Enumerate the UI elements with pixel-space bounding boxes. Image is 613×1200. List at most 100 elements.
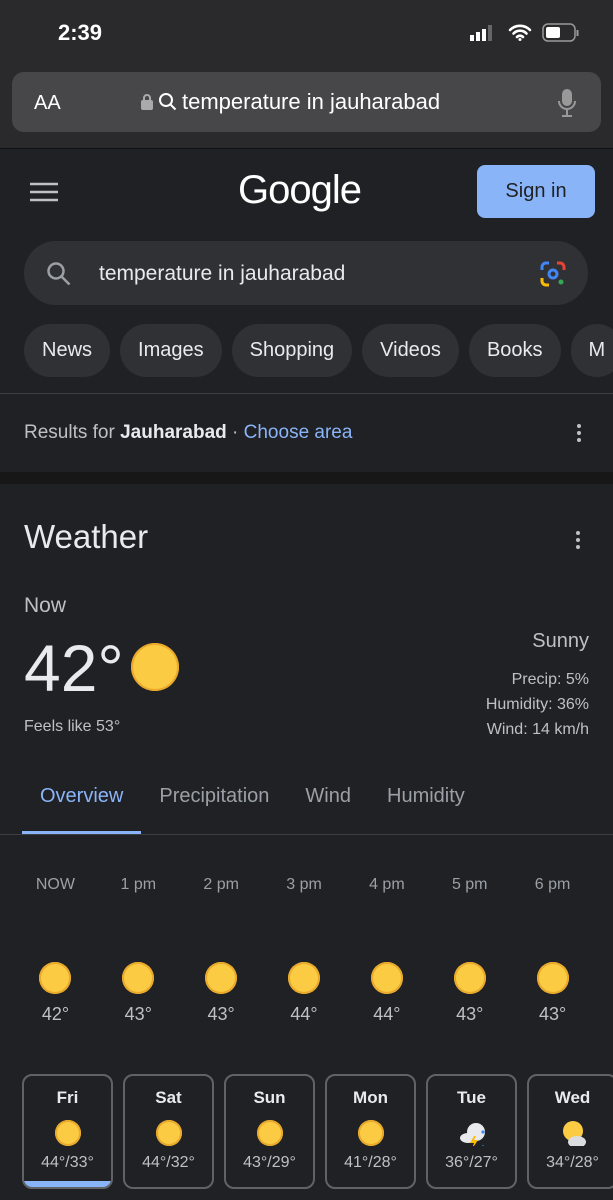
google-logo[interactable]: Google (238, 168, 362, 213)
hour-item: NOW 42° (14, 876, 97, 1025)
day-card-mon[interactable]: Mon 41°/28° (325, 1074, 416, 1189)
hour-label: 1 pm (120, 876, 157, 893)
chip-shopping[interactable]: Shopping (231, 324, 353, 377)
wind: Wind: 14 km/h (486, 721, 589, 738)
results-prefix: Results for (24, 422, 121, 443)
lock-icon (141, 94, 153, 110)
hour-label: 5 pm (451, 876, 488, 893)
day-card-sat[interactable]: Sat 44°/32° (123, 1074, 214, 1189)
results-location: Results for Jauharabad · Choose area (24, 422, 352, 444)
day-temps: 44°/33° (41, 1154, 94, 1171)
chip-more[interactable]: M (570, 324, 613, 377)
hourly-forecast: NOW 42° 1 pm 43° 2 pm 43° 3 pm 44° 4 pm 44° 5… (14, 876, 594, 1025)
tab-precipitation[interactable]: Precipitation (141, 785, 287, 832)
current-temperature: 42° (24, 631, 124, 705)
hour-item: 4 pm 44° (345, 876, 428, 1025)
tab-overview[interactable]: Overview (22, 785, 142, 834)
choose-area-link[interactable]: Choose area (244, 422, 353, 443)
url-display: temperature in jauharabad (140, 89, 440, 115)
reader-settings-button[interactable]: AA (34, 92, 61, 115)
search-box[interactable]: temperature in jauharabad (24, 241, 588, 305)
day-temps: 44°/32° (142, 1154, 195, 1171)
hour-temp: 43° (456, 1004, 484, 1024)
more-options-icon[interactable] (577, 424, 581, 442)
location-name: Jauharabad (120, 422, 227, 443)
chip-images[interactable]: Images (120, 324, 222, 377)
day-name: Tue (457, 1088, 486, 1107)
day-card-tue[interactable]: Tue 36°/27° (426, 1074, 517, 1189)
sunny-icon (131, 643, 179, 691)
hour-temp: 44° (373, 1004, 401, 1024)
sunny-icon (256, 1120, 283, 1146)
sunny-icon (370, 962, 403, 994)
day-name: Sat (155, 1088, 182, 1107)
hour-label: 6 pm (534, 876, 571, 893)
day-temps: 36°/27° (445, 1154, 498, 1171)
day-temps: 34°/28° (546, 1154, 599, 1171)
weather-tabs: Overview Precipitation Wind Humidity (22, 785, 483, 834)
hour-temp: 42° (41, 1004, 70, 1024)
chip-books[interactable]: Books (468, 324, 561, 377)
hour-temp: 43° (538, 1004, 567, 1024)
microphone-icon[interactable] (558, 88, 576, 118)
condition: Sunny (532, 630, 589, 652)
hour-temp: 43° (207, 1004, 235, 1024)
google-lens-icon[interactable] (540, 261, 566, 287)
tab-wind[interactable]: Wind (287, 785, 369, 832)
hour-temp: 43° (124, 1004, 152, 1024)
partly-cloudy-icon (562, 1121, 586, 1146)
day-temps: 41°/28° (344, 1154, 397, 1171)
sunny-icon (39, 962, 72, 994)
search-icon (47, 262, 71, 286)
weather-more-options-icon[interactable] (576, 531, 580, 549)
sunny-icon (122, 962, 155, 994)
now-label: Now (24, 594, 67, 617)
sunny-icon (453, 962, 486, 994)
sunny-icon (288, 962, 320, 994)
separator: · (226, 422, 244, 443)
chip-news[interactable]: News (24, 324, 111, 377)
hour-item: 5 pm 43° (428, 876, 511, 1025)
address-bar[interactable]: AA temperature in jauharabad (12, 72, 601, 132)
sunny-icon (155, 1120, 182, 1146)
menu-icon[interactable] (30, 182, 58, 202)
hour-temp: 44° (290, 1004, 318, 1024)
tab-humidity[interactable]: Humidity (369, 785, 483, 832)
daily-forecast: Fri 44°/33° Sat 44°/32° Sun 43°/29° Mon 41°/… (22, 1074, 613, 1189)
search-icon (159, 93, 177, 111)
thunderstorm-icon (459, 1123, 485, 1146)
day-card-sun[interactable]: Sun 43°/29° (224, 1074, 315, 1189)
hour-item: 3 pm 44° (263, 876, 346, 1025)
sunny-icon (536, 962, 569, 994)
day-temps: 43°/29° (243, 1154, 296, 1171)
precipitation: Precip: 5% (511, 671, 589, 688)
divider (0, 834, 613, 835)
status-time: 2:39 (58, 20, 103, 45)
day-name: Fri (56, 1088, 79, 1107)
sunny-icon (54, 1120, 81, 1146)
feels-like: Feels like 53° (24, 718, 121, 735)
divider (0, 148, 613, 149)
sign-in-button[interactable]: Sign in (477, 165, 595, 218)
hour-label: 2 pm (203, 876, 239, 893)
hour-item: 2 pm 43° (180, 876, 263, 1025)
hour-label: 4 pm (369, 876, 405, 893)
day-name: Sun (253, 1088, 286, 1107)
hour-label: NOW (35, 876, 75, 893)
chip-videos[interactable]: Videos (362, 324, 459, 377)
hour-item: 1 pm 43° (97, 876, 180, 1025)
day-card-wed[interactable]: Wed 34°/28° (527, 1074, 613, 1189)
search-filter-chips: News Images Shopping Videos Books M (24, 324, 613, 377)
browser-chrome: 2:39 AA temperature in jauharabad (0, 0, 613, 148)
humidity: Humidity: 36% (485, 696, 589, 713)
day-name: Wed (554, 1088, 591, 1107)
hour-label: 3 pm (286, 876, 322, 893)
day-name: Mon (353, 1088, 388, 1107)
search-input[interactable]: temperature in jauharabad (99, 262, 345, 286)
url-text: temperature in jauharabad (182, 89, 441, 114)
weather-title: Weather (24, 518, 149, 555)
sunny-icon (357, 1120, 384, 1146)
divider (0, 393, 613, 394)
day-card-fri[interactable]: Fri 44°/33° (22, 1074, 113, 1189)
battery-icon (542, 23, 579, 42)
